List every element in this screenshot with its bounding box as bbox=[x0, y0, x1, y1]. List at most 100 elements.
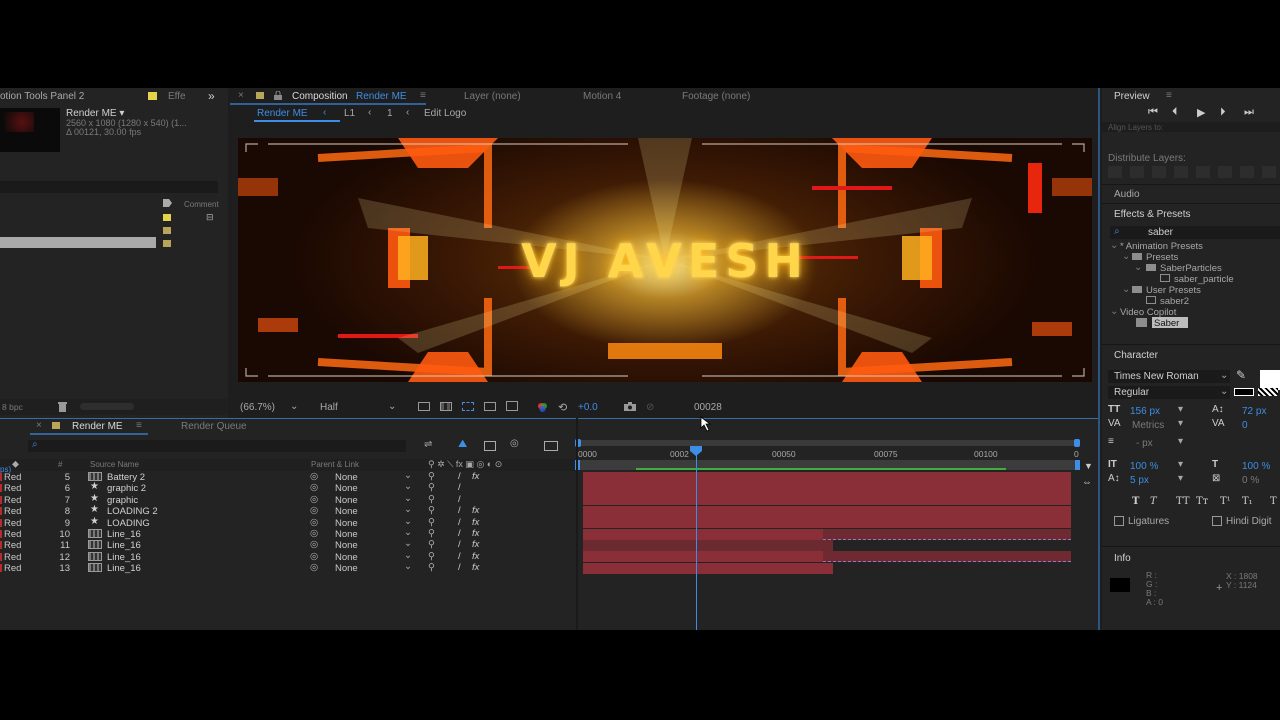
quality-switch-icon[interactable]: / bbox=[458, 551, 461, 562]
current-time-display[interactable]: 00028 bbox=[694, 402, 722, 413]
layer-row[interactable]: Red 5 Battery 2 ◎ None ⌄ ⚲ / fx bbox=[0, 470, 576, 483]
last-frame-icon[interactable]: ⏭ bbox=[1244, 106, 1254, 119]
layer-label-color[interactable] bbox=[0, 552, 2, 561]
all-caps-icon[interactable]: TT bbox=[1176, 496, 1190, 507]
parent-dropdown[interactable]: None bbox=[335, 472, 358, 483]
layer-source-name[interactable]: Battery 2 bbox=[107, 472, 145, 483]
layer-label-color[interactable] bbox=[0, 518, 2, 527]
layer-label-color[interactable] bbox=[0, 484, 2, 493]
shy-switch-icon[interactable]: ⚲ bbox=[428, 517, 435, 528]
motion-tab[interactable]: Motion 4 bbox=[583, 91, 621, 102]
timeline-splitter[interactable] bbox=[576, 418, 578, 630]
play-icon[interactable]: ▶ bbox=[1197, 106, 1205, 119]
frame-blending-icon[interactable] bbox=[484, 441, 496, 451]
layer-source-name[interactable]: Line_16 bbox=[107, 529, 141, 540]
effects-tab[interactable]: Effe bbox=[168, 91, 186, 102]
faux-italic-icon[interactable]: T bbox=[1150, 496, 1157, 507]
composition-tab-label[interactable]: Composition bbox=[292, 91, 348, 102]
tree-item[interactable]: ⌄ * Animation Presets bbox=[1108, 240, 1280, 252]
fx-switch-icon[interactable]: fx bbox=[472, 551, 479, 562]
thumbnail-size-slider[interactable] bbox=[80, 403, 134, 410]
pick-whip-icon[interactable]: ◎ bbox=[310, 505, 318, 516]
horizontal-scale-value[interactable]: 100 % bbox=[1242, 461, 1270, 472]
parent-dropdown[interactable]: None bbox=[335, 529, 358, 540]
selected-project-item[interactable] bbox=[0, 237, 156, 248]
work-area-bar[interactable] bbox=[575, 439, 1080, 447]
shy-switch-icon[interactable]: ⚲ bbox=[428, 539, 435, 550]
layer-source-name[interactable]: graphic bbox=[107, 495, 138, 506]
layer-duration-bar[interactable] bbox=[583, 539, 833, 551]
layer-row[interactable]: Red 10 Line_16 ◎ None ⌄ ⚲ / fx bbox=[0, 527, 576, 540]
fill-color-swatch[interactable] bbox=[1260, 370, 1280, 390]
composition-viewer[interactable]: VJ AVESH bbox=[238, 138, 1092, 382]
shy-switch-icon[interactable]: ⚲ bbox=[428, 528, 435, 539]
tree-item-selected[interactable]: Saber bbox=[1108, 317, 1280, 329]
trash-icon[interactable] bbox=[58, 402, 67, 412]
effects-presets-title[interactable]: Effects & Presets bbox=[1114, 209, 1191, 220]
tsume-value[interactable]: 0 % bbox=[1242, 475, 1259, 486]
shy-switch-icon[interactable]: ⚲ bbox=[428, 562, 435, 573]
shy-switch-icon[interactable]: ⚲ bbox=[428, 505, 435, 516]
leading-value[interactable]: 72 px bbox=[1242, 406, 1266, 417]
hierarchy-icon[interactable]: ⊟ bbox=[206, 212, 214, 223]
layer-label-color[interactable] bbox=[0, 495, 2, 504]
reset-exposure-icon[interactable]: ⟲ bbox=[558, 401, 567, 414]
parent-dropdown[interactable]: None bbox=[335, 518, 358, 529]
layer-label-color[interactable] bbox=[0, 473, 2, 481]
close-tab-icon[interactable]: × bbox=[36, 420, 42, 431]
pick-whip-icon[interactable]: ◎ bbox=[310, 517, 318, 528]
layer-source-name[interactable]: LOADING 2 bbox=[107, 506, 158, 517]
column-number[interactable]: # bbox=[58, 460, 62, 469]
label-tag-icon[interactable]: ⬥ bbox=[12, 459, 19, 470]
tree-item[interactable]: ⌄ Video Copilot bbox=[1108, 306, 1280, 318]
ligatures-checkbox[interactable] bbox=[1114, 516, 1124, 526]
breadcrumb-item-l1[interactable]: L1 bbox=[344, 108, 355, 119]
parent-dropdown[interactable]: None bbox=[335, 495, 358, 506]
draft-3d-icon[interactable]: ⛰ bbox=[458, 438, 467, 451]
layer-source-name[interactable]: Line_16 bbox=[107, 552, 141, 563]
next-frame-icon[interactable]: ⏵ bbox=[1220, 106, 1226, 119]
layer-duration-bar[interactable] bbox=[583, 471, 1071, 483]
fx-switch-icon[interactable]: fx bbox=[472, 505, 479, 516]
tree-item[interactable]: saber_particle bbox=[1108, 273, 1280, 285]
layer-duration-bar[interactable] bbox=[823, 551, 1071, 563]
panel-menu-icon[interactable]: ≡ bbox=[1166, 90, 1172, 101]
close-tab-icon[interactable]: × bbox=[238, 90, 244, 101]
show-snapshot-icon[interactable]: ⊘ bbox=[646, 402, 654, 413]
quality-switch-icon[interactable]: / bbox=[458, 517, 461, 528]
layer-duration-bar[interactable] bbox=[583, 517, 1071, 529]
shy-switch-icon[interactable]: ⚲ bbox=[428, 482, 435, 493]
parent-dropdown[interactable]: None bbox=[335, 563, 358, 574]
layer-label-color[interactable] bbox=[0, 564, 2, 573]
fx-switch-icon[interactable]: fx bbox=[472, 562, 479, 573]
composition-tab-name[interactable]: Render ME bbox=[356, 91, 407, 102]
effects-search-input[interactable]: ⌕ saber bbox=[1110, 226, 1280, 239]
render-queue-tab[interactable]: Render Queue bbox=[181, 421, 247, 432]
layer-row[interactable]: Red 12 Line_16 ◎ None ⌄ ⚲ / fx bbox=[0, 550, 576, 563]
text-option-icon[interactable]: T bbox=[1270, 496, 1277, 507]
fx-switch-icon[interactable]: fx bbox=[472, 539, 479, 550]
quality-switch-icon[interactable]: / bbox=[458, 528, 461, 539]
time-ruler[interactable]: 0000 0002 00050 00075 00100 0 bbox=[578, 448, 1079, 460]
layer-duration-bar[interactable] bbox=[823, 528, 1071, 540]
timeline-tab-comp[interactable]: Render ME bbox=[72, 421, 123, 432]
fx-switch-icon[interactable]: fx bbox=[472, 517, 479, 528]
line-spacing-value[interactable]: - px bbox=[1136, 438, 1153, 449]
pick-whip-icon[interactable]: ◎ bbox=[310, 528, 318, 539]
fx-switch-icon[interactable]: fx bbox=[472, 471, 479, 482]
layer-source-name[interactable]: Line_16 bbox=[107, 563, 141, 574]
layer-duration-bar[interactable] bbox=[583, 505, 1071, 517]
lock-icon[interactable] bbox=[274, 91, 282, 100]
kerning-value[interactable]: Metrics bbox=[1132, 420, 1164, 431]
distribute-buttons[interactable] bbox=[1108, 166, 1278, 178]
tree-item[interactable]: ⌄ SaberParticles bbox=[1108, 262, 1280, 274]
layer-row[interactable]: Red 8 ★ LOADING 2 ◎ None ⌄ ⚲ / fx bbox=[0, 504, 576, 517]
region-of-interest-icon[interactable] bbox=[418, 402, 430, 411]
snapshot-camera-icon[interactable] bbox=[624, 402, 636, 411]
layer-duration-bar[interactable] bbox=[583, 494, 1071, 506]
comp-button-icon[interactable]: ⇔ bbox=[1082, 477, 1092, 488]
comp-marker-bin-icon[interactable]: ▼ bbox=[1084, 461, 1093, 471]
baseline-shift-value[interactable]: 5 px bbox=[1130, 475, 1149, 486]
preview-title[interactable]: Preview bbox=[1114, 91, 1150, 102]
stroke-color-swatch[interactable] bbox=[1234, 388, 1254, 396]
